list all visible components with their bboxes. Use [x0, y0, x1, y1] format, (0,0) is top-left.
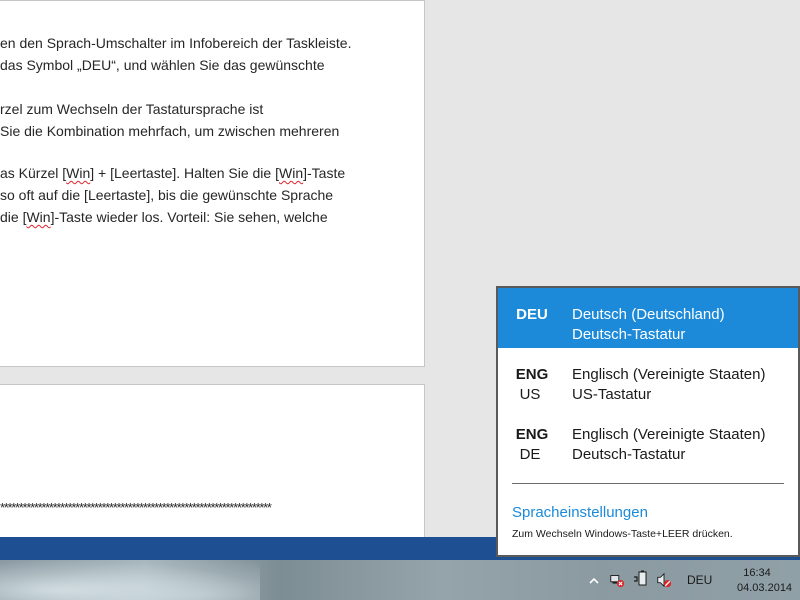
language-settings-link[interactable]: Spracheinstellungen: [512, 504, 648, 521]
language-region: US: [519, 386, 541, 403]
language-code: DEU: [516, 306, 548, 323]
text-run: as Kürzel [: [0, 165, 67, 181]
language-name: Englisch (Vereinigte Staaten): [572, 426, 766, 443]
language-switcher-flyout: DEU Deutsch (Deutschland) Deutsch-Tastat…: [496, 286, 800, 557]
volume-muted-icon[interactable]: [656, 572, 672, 588]
document-line: rzel zum Wechseln der Tastatursprache is…: [0, 99, 263, 119]
show-hidden-icons-chevron-icon[interactable]: [586, 573, 602, 589]
language-name: Englisch (Vereinigte Staaten): [572, 366, 766, 383]
document-page[interactable]: en den Sprach-Umschalter im Infobereich …: [0, 0, 425, 367]
language-code: ENG: [515, 366, 549, 383]
document-line: en den Sprach-Umschalter im Infobereich …: [0, 33, 351, 53]
misspelled-word: Win: [66, 165, 91, 181]
document-line: as Kürzel [Win] + [Leertaste]. Halten Si…: [0, 163, 345, 183]
flyout-divider: [512, 483, 784, 484]
document-line: so oft auf die [Leertaste], bis die gewü…: [0, 185, 333, 205]
text-run: Sie die Kombination mehrfach, um zwische…: [0, 123, 340, 139]
document-line: Sie die Kombination mehrfach, um zwische…: [0, 121, 339, 141]
text-run: ]-Taste wieder los. Vorteil: Sie sehen, …: [50, 209, 328, 225]
clock-time: 16:34: [743, 567, 771, 579]
keyboard-layout: Deutsch-Tastatur: [572, 446, 686, 463]
misspelled-word: Win: [26, 209, 51, 225]
text-run: rzel zum Wechseln der Tastatursprache is…: [0, 101, 264, 117]
network-disconnected-icon[interactable]: [609, 572, 625, 588]
text-run: ] + [Leertaste]. Halten Sie die [: [90, 165, 279, 181]
text-run: en den Sprach-Umschalter im Infobereich …: [0, 35, 352, 51]
text-run: das Symbol „DEU“, und wählen Sie das gew…: [0, 57, 325, 73]
text-run: ]-Taste: [303, 165, 346, 181]
clock-date: 04.03.2014: [737, 582, 793, 594]
language-name: Deutsch (Deutschland): [572, 306, 725, 323]
document-line: das Symbol „DEU“, und wählen Sie das gew…: [0, 55, 325, 75]
keyboard-layout: US-Tastatur: [572, 386, 652, 403]
system-clock[interactable]: 16:34 04.03.2014: [737, 566, 793, 596]
document-page-2[interactable]: ****************************************…: [0, 384, 425, 544]
taskbar: [0, 560, 800, 600]
misspelled-word: Win: [279, 165, 304, 181]
language-item-eng-us[interactable]: ENG US Englisch (Vereinigte Staaten) US-…: [498, 360, 798, 420]
text-run: so oft auf die [Leertaste], bis die gewü…: [0, 187, 334, 203]
separator-line: ****************************************…: [0, 500, 272, 515]
language-code: ENG: [515, 426, 549, 443]
document-line: die [Win]-Taste wieder los. Vorteil: Sie…: [0, 207, 328, 227]
language-region: DE: [519, 446, 541, 463]
text-run: die [: [0, 209, 27, 225]
input-language-indicator[interactable]: DEU: [687, 573, 712, 587]
shortcut-hint: Zum Wechseln Windows-Taste+LEER drücken.: [512, 528, 733, 540]
keyboard-layout: Deutsch-Tastatur: [572, 326, 686, 343]
language-item-deu[interactable]: DEU Deutsch (Deutschland) Deutsch-Tastat…: [498, 288, 798, 348]
language-item-eng-de[interactable]: ENG DE Englisch (Vereinigte Staaten) Deu…: [498, 420, 798, 480]
power-icon[interactable]: [633, 570, 649, 587]
